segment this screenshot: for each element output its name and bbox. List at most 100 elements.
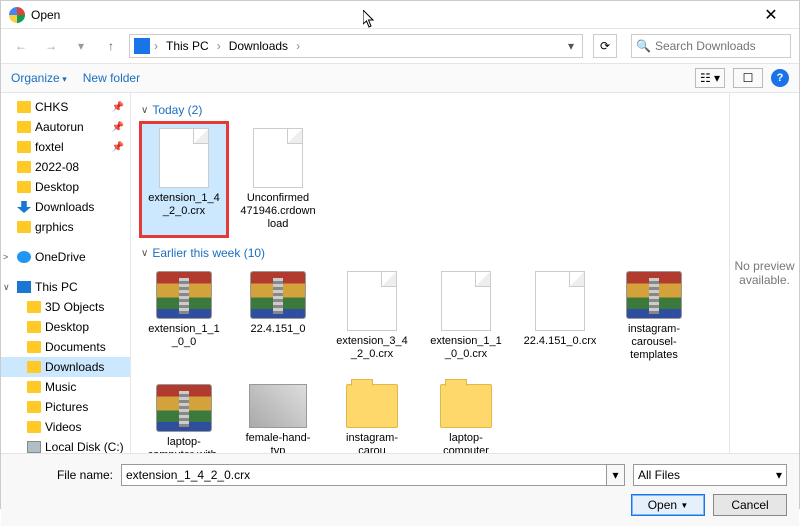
sidebar-item-desktop[interactable]: Desktop <box>1 177 130 197</box>
file-label: instagram-carousel-templates <box>616 323 692 362</box>
back-button[interactable]: ← <box>9 34 33 58</box>
file-label: 22.4.151_0.crx <box>524 335 597 348</box>
file-item[interactable]: female-hand-typ <box>235 379 321 453</box>
file-item[interactable]: instagram-carou <box>329 379 415 453</box>
app-icon <box>9 7 25 23</box>
sidebar-item-label: Pictures <box>45 400 88 414</box>
file-item[interactable]: extension_1_4_2_0.crx <box>141 123 227 236</box>
pin-icon: 📌 <box>112 102 124 113</box>
file-item[interactable]: laptop-computer <box>423 379 509 453</box>
blank-thumb-icon <box>441 271 491 331</box>
file-label: instagram-carou <box>334 432 410 453</box>
yellowfolder-thumb-icon <box>346 384 398 428</box>
sidebar-item-music[interactable]: Music <box>1 377 130 397</box>
file-label: extension_1_1_0_0.crx <box>428 335 504 361</box>
window-title: Open <box>31 8 751 22</box>
file-label: laptop-computer <box>428 432 504 453</box>
cancel-button[interactable]: Cancel <box>713 494 787 516</box>
file-type-filter[interactable]: All Files ▾ <box>633 464 787 486</box>
forward-button[interactable]: → <box>39 34 63 58</box>
chevron-right-icon: › <box>294 39 302 53</box>
sidebar-item-onedrive[interactable]: >OneDrive <box>1 247 130 267</box>
group-header[interactable]: Earlier this week (10) <box>141 246 719 260</box>
sidebar-item-local-disk-c-[interactable]: Local Disk (C:) <box>1 437 130 453</box>
drive-icon <box>27 441 41 453</box>
up-button[interactable]: ↑ <box>99 34 123 58</box>
folder-icon <box>17 221 31 233</box>
sidebar-item-3d-objects[interactable]: 3D Objects <box>1 297 130 317</box>
crumb-downloads[interactable]: Downloads <box>225 37 292 55</box>
title-bar: Open ✕ <box>1 1 799 29</box>
sidebar-item-label: 2022-08 <box>35 160 79 174</box>
organize-menu[interactable]: Organize <box>11 71 67 85</box>
sidebar-item-pictures[interactable]: Pictures <box>1 397 130 417</box>
address-dropdown[interactable]: ▾ <box>564 39 578 53</box>
sidebar-item-downloads[interactable]: Downloads <box>1 357 130 377</box>
view-mode-button[interactable]: ☷ ▾ <box>695 68 725 88</box>
rar-thumb-icon <box>626 271 682 319</box>
open-button[interactable]: Open ▼ <box>631 494 705 516</box>
filename-input[interactable] <box>121 464 607 486</box>
sidebar-item-documents[interactable]: Documents <box>1 337 130 357</box>
recent-dropdown[interactable]: ▾ <box>69 34 93 58</box>
file-label: extension_1_1_0_0 <box>146 323 222 349</box>
file-item[interactable]: 22.4.151_0.crx <box>517 266 603 367</box>
file-item[interactable]: laptop-computer-with-white-screen-keyboa… <box>141 379 227 453</box>
file-item[interactable]: extension_1_1_0_0.crx <box>423 266 509 367</box>
file-item[interactable]: Unconfirmed 471946.crdownload <box>235 123 321 236</box>
file-label: extension_1_4_2_0.crx <box>146 192 222 218</box>
pin-icon: 📌 <box>112 142 124 153</box>
file-item[interactable]: extension_3_4_2_0.crx <box>329 266 415 367</box>
preview-pane-button[interactable]: ☐ <box>733 68 763 88</box>
sidebar-item-label: Music <box>45 380 76 394</box>
file-label: female-hand-typ <box>240 432 316 453</box>
refresh-button[interactable]: ⟳ <box>593 34 617 58</box>
sidebar-item-label: Desktop <box>35 180 79 194</box>
file-item[interactable]: 22.4.151_0 <box>235 266 321 367</box>
folder-icon <box>27 421 41 433</box>
sidebar-item-aautorun[interactable]: Aautorun📌 <box>1 117 130 137</box>
sidebar[interactable]: CHKS📌Aautorun📌 foxtel 📌 2022-08 Desktop Downl… <box>1 93 131 453</box>
help-button[interactable]: ? <box>771 69 789 87</box>
sidebar-item-desktop[interactable]: Desktop <box>1 317 130 337</box>
breadcrumb[interactable]: › This PC › Downloads › ▾ <box>129 34 583 58</box>
sidebar-item-label: Downloads <box>35 200 94 214</box>
file-item[interactable]: instagram-carousel-templates <box>611 266 697 367</box>
sidebar-item-chks[interactable]: CHKS📌 <box>1 97 130 117</box>
chevron-right-icon: › <box>215 39 223 53</box>
sidebar-item-foxtel[interactable]: foxtel 📌 <box>1 137 130 157</box>
filename-history-dropdown[interactable]: ▾ <box>607 464 625 486</box>
file-item[interactable]: extension_1_1_0_0 <box>141 266 227 367</box>
file-label: extension_3_4_2_0.crx <box>334 335 410 361</box>
folder-icon <box>27 401 41 413</box>
file-label: Unconfirmed 471946.crdownload <box>240 192 316 231</box>
sidebar-item-label: This PC <box>35 280 78 294</box>
file-list[interactable]: Today (2) extension_1_4_2_0.crx Unconfirme… <box>131 93 729 453</box>
pin-icon: 📌 <box>112 122 124 133</box>
search-input[interactable] <box>655 39 800 53</box>
file-label: 22.4.151_0 <box>250 323 305 336</box>
group-header[interactable]: Today (2) <box>141 103 719 117</box>
sidebar-item-2022-08[interactable]: 2022-08 <box>1 157 130 177</box>
rar-thumb-icon <box>156 384 212 432</box>
address-bar: ← → ▾ ↑ › This PC › Downloads › ▾ ⟳ 🔍 <box>1 29 799 63</box>
search-icon: 🔍 <box>636 39 651 53</box>
sidebar-item-this-pc[interactable]: ∨This PC <box>1 277 130 297</box>
close-button[interactable]: ✕ <box>751 5 791 25</box>
new-folder-button[interactable]: New folder <box>83 71 140 85</box>
folder-icon <box>17 181 31 193</box>
search-box[interactable]: 🔍 <box>631 34 791 58</box>
main-area: CHKS📌Aautorun📌 foxtel 📌 2022-08 Desktop Downl… <box>1 93 799 453</box>
crumb-thispc[interactable]: This PC <box>162 37 213 55</box>
down-icon <box>17 201 31 213</box>
sidebar-item-downloads[interactable]: Downloads <box>1 197 130 217</box>
sidebar-item-label: Videos <box>45 420 81 434</box>
sidebar-item-label: foxtel <box>35 140 64 154</box>
blank-thumb-icon <box>253 128 303 188</box>
sidebar-item-grphics[interactable]: grphics <box>1 217 130 237</box>
toolbar: Organize New folder ☷ ▾ ☐ ? <box>1 63 799 93</box>
sidebar-item-videos[interactable]: Videos <box>1 417 130 437</box>
folder-icon <box>27 301 41 313</box>
sidebar-item-label: OneDrive <box>35 250 86 264</box>
rar-thumb-icon <box>250 271 306 319</box>
